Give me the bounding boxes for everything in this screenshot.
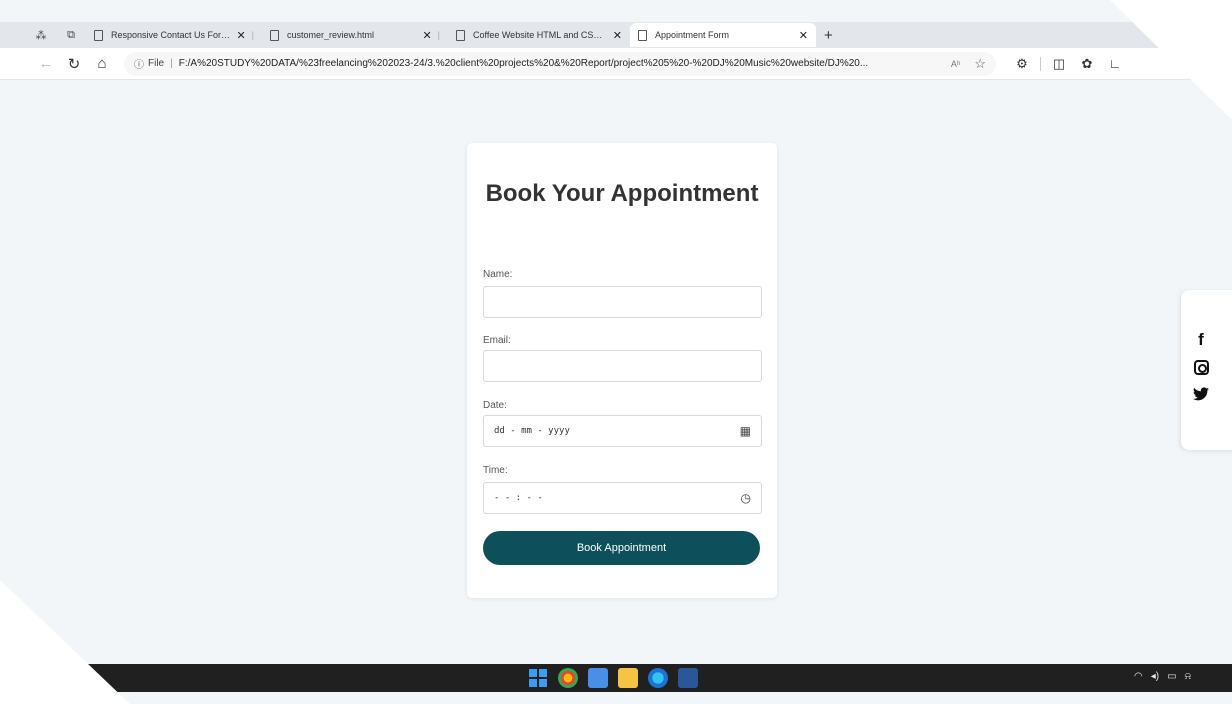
date-label: Date:: [483, 400, 507, 411]
new-tab-button[interactable]: +: [816, 27, 841, 44]
read-aloud-icon[interactable]: Aʰ: [951, 59, 960, 69]
appointment-card: Book Your Appointment Name: Email: Date:…: [467, 143, 777, 598]
twitter-icon[interactable]: [1191, 387, 1211, 406]
name-input[interactable]: [483, 286, 762, 318]
info-icon[interactable]: ⓘ: [134, 56, 144, 71]
social-panel: f: [1181, 290, 1232, 450]
time-input[interactable]: - - : - - ◷: [483, 482, 762, 514]
edge-icon[interactable]: [648, 668, 668, 688]
date-placeholder: dd - mm - yyyy: [494, 426, 570, 436]
collections-icon[interactable]: ∟: [1101, 52, 1129, 76]
notepad-icon[interactable]: [588, 668, 608, 688]
email-label: Email:: [483, 335, 511, 346]
favorite-star-icon[interactable]: ☆: [974, 56, 986, 72]
tab-close-icon[interactable]: ✕: [236, 29, 245, 42]
time-label: Time:: [483, 465, 508, 476]
system-tray: ◠ ◂) ▭ ⍾: [1134, 671, 1191, 682]
email-input[interactable]: [483, 350, 762, 382]
page-icon: [94, 29, 103, 41]
back-icon[interactable]: ←: [32, 52, 60, 76]
windows-start-icon[interactable]: [528, 668, 548, 688]
tab-appointment-form[interactable]: Appointment Form ✕: [630, 23, 816, 47]
tab-close-icon[interactable]: ✕: [799, 29, 808, 42]
name-label: Name:: [483, 269, 513, 280]
form-title: Book Your Appointment: [485, 180, 759, 207]
battery-icon[interactable]: ▭: [1167, 671, 1176, 682]
facebook-icon[interactable]: f: [1191, 330, 1211, 350]
home-icon[interactable]: ⌂: [88, 52, 116, 76]
book-appointment-button[interactable]: Book Appointment: [483, 531, 760, 565]
screen: ⁂ ⧉ Responsive Contact Us Form | Co ✕ | …: [0, 0, 1232, 704]
file-label: File: [148, 58, 165, 69]
volume-icon[interactable]: ◂): [1151, 671, 1159, 682]
split-screen-icon[interactable]: ◫: [1045, 52, 1073, 76]
extensions-icon[interactable]: ⚙: [1008, 52, 1036, 76]
wifi-icon[interactable]: ◠: [1134, 671, 1143, 682]
tab-actions-icon[interactable]: ⧉: [56, 23, 86, 47]
tab-close-icon[interactable]: ✕: [613, 29, 622, 42]
date-input[interactable]: dd - mm - yyyy ▦: [483, 415, 762, 447]
page-icon: [456, 29, 465, 41]
chrome-icon[interactable]: [558, 668, 578, 688]
tab-customer-review[interactable]: customer_review.html ✕ |: [262, 23, 448, 47]
refresh-icon[interactable]: ↻: [60, 52, 88, 76]
page-icon: [270, 29, 279, 41]
word-icon[interactable]: [678, 668, 698, 688]
instagram-icon[interactable]: [1191, 360, 1211, 380]
profile-icon[interactable]: ⁂: [26, 23, 56, 47]
calendar-icon[interactable]: ▦: [740, 424, 751, 438]
file-explorer-icon[interactable]: [618, 668, 638, 688]
taskbar: ◠ ◂) ▭ ⍾: [0, 664, 1232, 692]
tab-bar: ⁂ ⧉ Responsive Contact Us Form | Co ✕ | …: [0, 22, 1232, 48]
clock-icon[interactable]: ◷: [741, 491, 751, 505]
page-icon: [638, 29, 647, 41]
tab-contact-form[interactable]: Responsive Contact Us Form | Co ✕ |: [86, 23, 262, 47]
address-bar[interactable]: ⓘ File | F:/A%20STUDY%20DATA/%23freelanc…: [124, 51, 996, 76]
time-placeholder: - - : - -: [494, 493, 543, 503]
tab-close-icon[interactable]: ✕: [422, 29, 431, 42]
browser-toolbar: ← ↻ ⌂ ⓘ File | F:/A%20STUDY%20DATA/%23fr…: [0, 48, 1232, 80]
favorites-icon[interactable]: ✿: [1073, 52, 1101, 76]
tab-coffee-website[interactable]: Coffee Website HTML and CSS | ( ✕: [448, 23, 630, 47]
notification-bell-icon[interactable]: ⍾: [1185, 671, 1192, 682]
url-text[interactable]: F:/A%20STUDY%20DATA/%23freelancing%20202…: [179, 58, 941, 69]
